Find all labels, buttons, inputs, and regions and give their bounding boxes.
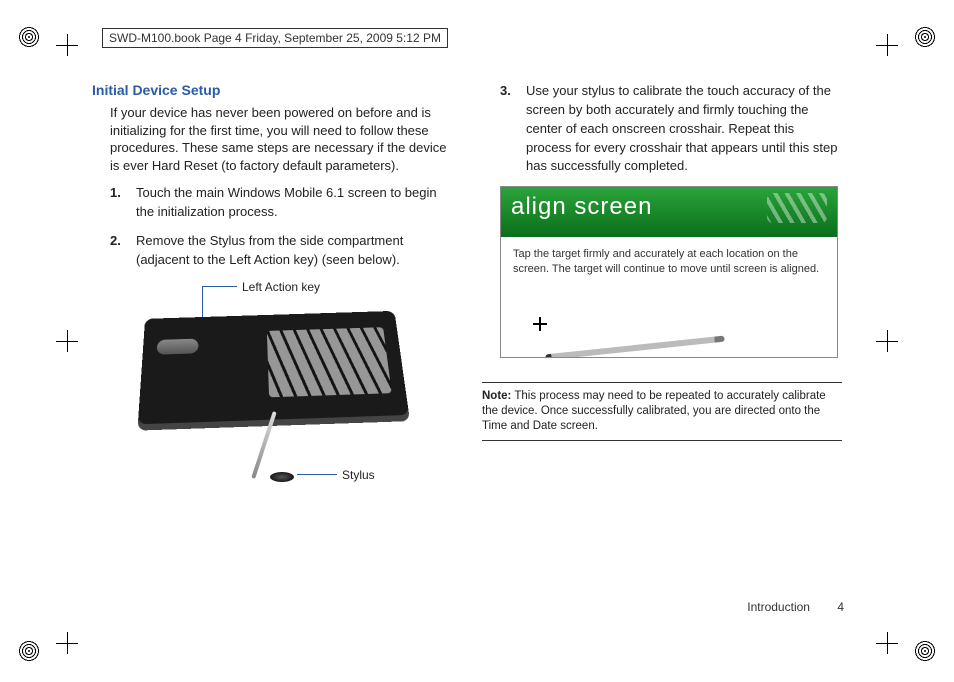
step-item: 1. Touch the main Windows Mobile 6.1 scr…	[110, 184, 452, 222]
step-item: 3. Use your stylus to calibrate the touc…	[500, 82, 842, 176]
registration-mark-icon	[18, 640, 40, 662]
note-block: Note: This process may need to be repeat…	[482, 382, 842, 441]
screenshot-body-text: Tap the target firmly and accurately at …	[501, 237, 837, 286]
note-label: Note:	[482, 390, 511, 402]
crop-mark-icon	[876, 632, 898, 654]
stylus-illustration	[251, 411, 276, 479]
footer-page-number: 4	[837, 600, 844, 614]
step-item: 2. Remove the Stylus from the side compa…	[110, 232, 452, 270]
stylus-label: Stylus	[342, 468, 375, 482]
stylus-icon	[545, 336, 725, 358]
device-illustration	[138, 310, 409, 423]
step-number: 3.	[500, 82, 526, 176]
note-text: This process may need to be repeated to …	[482, 390, 826, 432]
callout-line-icon	[297, 474, 337, 476]
registration-mark-icon	[914, 640, 936, 662]
crop-mark-icon	[876, 34, 898, 56]
step-number: 2.	[110, 232, 136, 270]
left-action-key-label: Left Action key	[242, 280, 320, 294]
section-title: Initial Device Setup	[92, 82, 452, 98]
right-column: 3. Use your stylus to calibrate the touc…	[482, 82, 842, 480]
crosshair-icon	[533, 317, 547, 331]
step-text: Touch the main Windows Mobile 6.1 screen…	[136, 184, 452, 222]
crop-mark-icon	[56, 34, 78, 56]
step-text: Remove the Stylus from the side compartm…	[136, 232, 452, 270]
left-column: Initial Device Setup If your device has …	[92, 82, 452, 480]
intro-paragraph: If your device has never been powered on…	[110, 104, 452, 174]
stylus-knob-illustration	[270, 472, 294, 482]
crop-mark-icon	[56, 632, 78, 654]
screenshot-title: align screen	[501, 187, 837, 237]
footer-section: Introduction	[747, 600, 810, 614]
keyboard-illustration	[267, 327, 392, 397]
page-footer: Introduction 4	[747, 600, 844, 614]
registration-mark-icon	[18, 26, 40, 48]
crop-mark-icon	[56, 330, 78, 352]
crop-mark-icon	[876, 330, 898, 352]
crop-header-text: SWD-M100.book Page 4 Friday, September 2…	[102, 28, 448, 48]
page-content: SWD-M100.book Page 4 Friday, September 2…	[92, 28, 862, 480]
step-number: 1.	[110, 184, 136, 222]
device-diagram: Left Action key Stylus	[122, 280, 422, 480]
align-screen-screenshot: align screen Tap the target firmly and a…	[500, 186, 838, 358]
registration-mark-icon	[914, 26, 936, 48]
step-text: Use your stylus to calibrate the touch a…	[526, 82, 842, 176]
